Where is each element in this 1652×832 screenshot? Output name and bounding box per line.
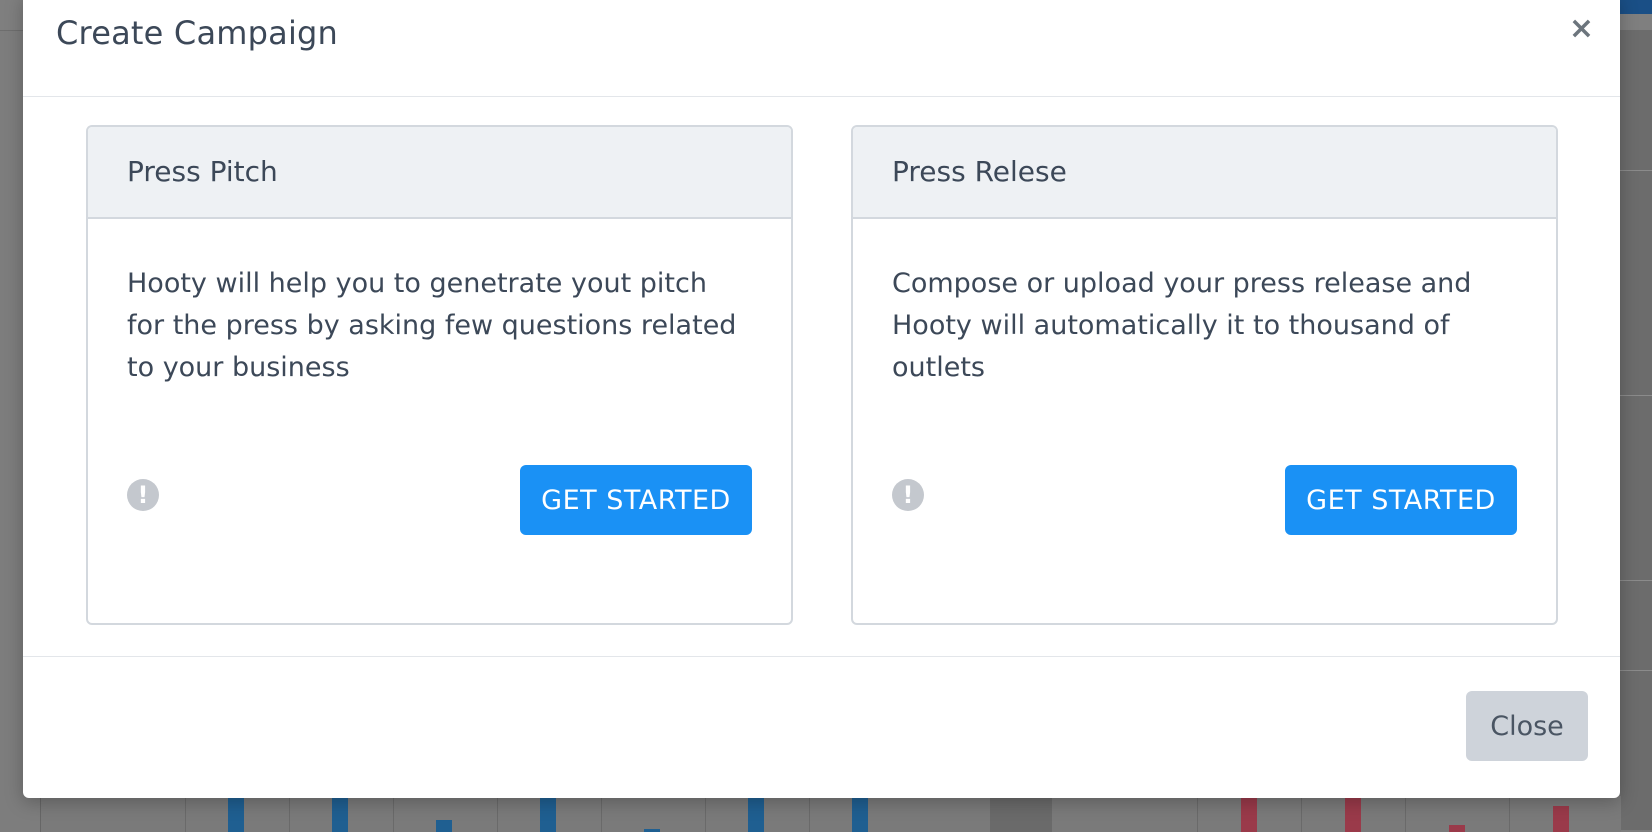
close-icon[interactable]: ×	[1569, 14, 1594, 44]
background-bar	[436, 820, 452, 832]
exclamation-circle-icon[interactable]: !	[127, 479, 159, 511]
get-started-button[interactable]: GET STARTED	[520, 465, 752, 535]
card-header: Press Relese	[853, 127, 1556, 219]
background-gridline	[601, 796, 602, 832]
background-bar	[332, 796, 348, 832]
background-gridline	[809, 796, 810, 832]
background-divider	[1620, 670, 1652, 671]
background-gridline	[393, 796, 394, 832]
background-bar	[228, 796, 244, 832]
get-started-button[interactable]: GET STARTED	[1285, 465, 1517, 535]
background-bar	[540, 796, 556, 832]
background-gridline	[1509, 796, 1510, 832]
card-title: Press Relese	[892, 155, 1067, 188]
background-gridline	[289, 796, 290, 832]
background-gridline	[705, 796, 706, 832]
background-bar	[748, 796, 764, 832]
modal-body: Press Pitch Hooty will help you to genet…	[23, 97, 1620, 656]
card-description: Hooty will help you to genetrate yout pi…	[127, 268, 737, 383]
press-pitch-card: Press Pitch Hooty will help you to genet…	[86, 125, 793, 625]
modal-header: Create Campaign ×	[23, 0, 1620, 97]
background-gridline	[497, 796, 498, 832]
press-release-card: Press Relese Compose or upload your pres…	[851, 125, 1558, 625]
card-title: Press Pitch	[127, 155, 278, 188]
background-bar	[1345, 796, 1361, 832]
background-side-panel	[1620, 30, 1652, 830]
background-gridline	[1301, 796, 1302, 832]
background-bar	[1241, 796, 1257, 832]
background-chart-highlight	[990, 798, 1052, 832]
background-divider	[1620, 580, 1652, 581]
background-divider	[1620, 170, 1652, 171]
background-bar	[1449, 825, 1465, 832]
modal-footer: Close	[23, 656, 1620, 799]
card-header: Press Pitch	[88, 127, 791, 219]
card-description: Compose or upload your press release and…	[892, 268, 1472, 383]
background-bar	[852, 796, 868, 832]
background-chart	[40, 796, 1621, 832]
background-gridline	[185, 796, 186, 832]
create-campaign-modal: Create Campaign × Press Pitch Hooty will…	[23, 0, 1620, 798]
background-divider	[1620, 395, 1652, 396]
background-gridline	[1405, 796, 1406, 832]
close-button[interactable]: Close	[1466, 691, 1588, 761]
background-bar	[1553, 806, 1569, 832]
modal-title: Create Campaign	[56, 14, 339, 52]
exclamation-circle-icon[interactable]: !	[892, 479, 924, 511]
background-gridline	[1197, 796, 1198, 832]
